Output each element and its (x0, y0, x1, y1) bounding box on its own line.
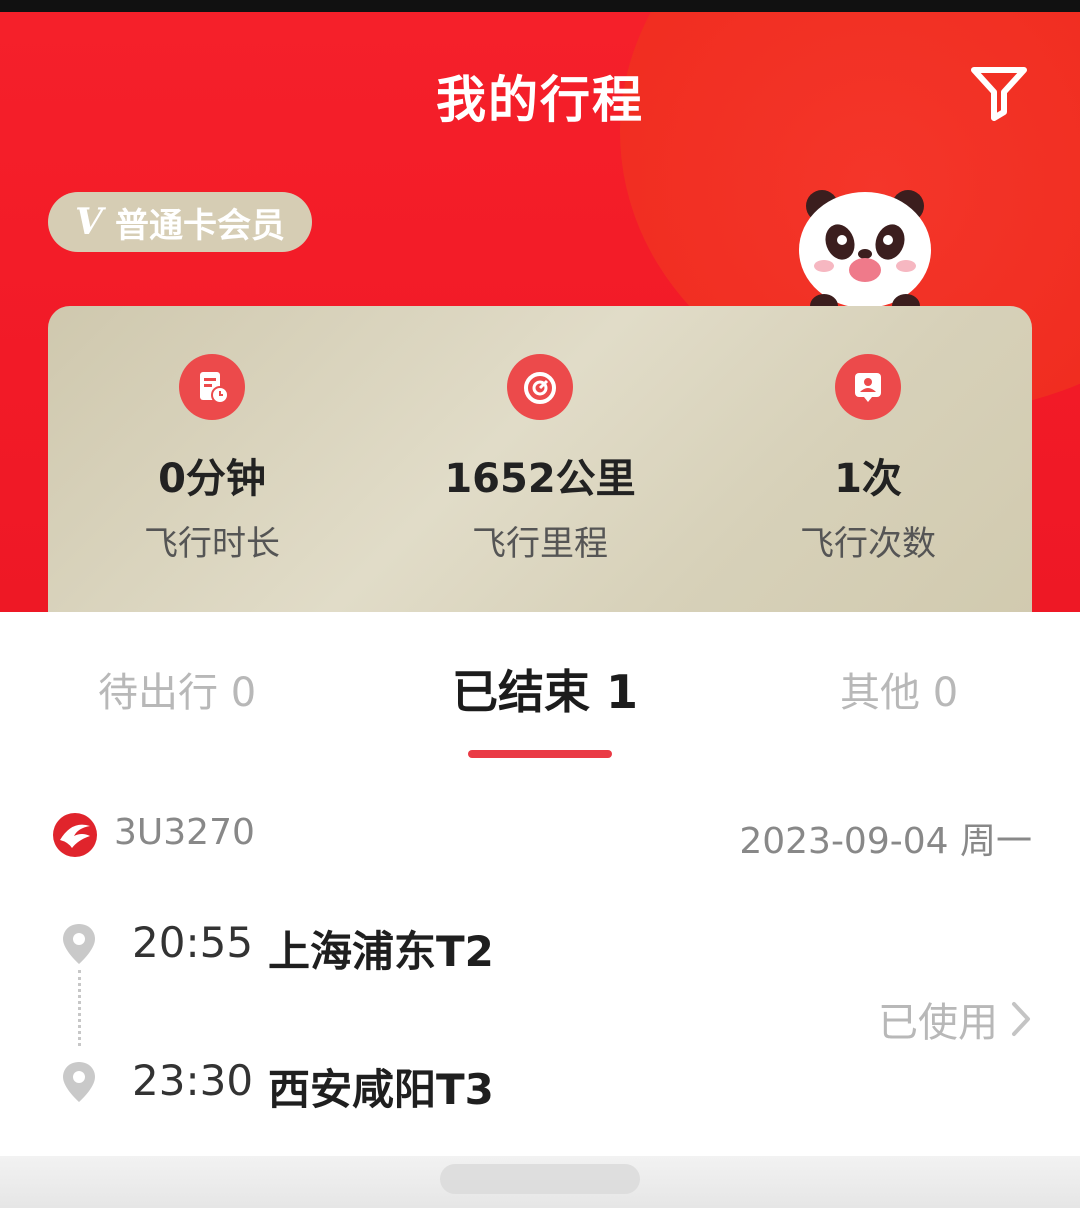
stat-flight-distance: 1652公里 飞行里程 (376, 306, 704, 612)
tab-completed[interactable]: 已结束 1 (452, 656, 638, 722)
trip-card[interactable]: 3U3270 2023-09-04 周一 20:55 上海浦东T2 23:30 … (0, 790, 1080, 1170)
route-connector (78, 970, 81, 1046)
flight-time-icon (179, 354, 245, 420)
active-tab-indicator (468, 750, 612, 758)
member-badge[interactable]: V 普通卡会员 (48, 192, 312, 252)
watermark (440, 1164, 640, 1194)
departure-row: 20:55 上海浦东T2 (60, 914, 760, 976)
speedometer-icon (507, 354, 573, 420)
trip-status[interactable]: 已使用 (878, 990, 1032, 1048)
flight-number: 3U3270 (114, 812, 255, 853)
chevron-right-icon (1012, 1002, 1030, 1036)
departure-airport: 上海浦东T2 (268, 927, 494, 976)
stat-label: 飞行时长 (144, 524, 280, 564)
trip-status-label: 已使用 (878, 1000, 998, 1046)
tab-other[interactable]: 其他 0 (840, 660, 958, 718)
panda-mascot-icon (799, 190, 931, 318)
stat-flight-count: 1次 飞行次数 (704, 306, 1032, 612)
flight-stats-card: 0分钟 飞行时长 1652公里 飞行里程 1次 飞行次数 (48, 306, 1032, 612)
departure-time: 20:55 (132, 918, 254, 967)
member-v-mark: V (75, 201, 103, 243)
location-pin-icon (63, 1062, 95, 1102)
sichuan-airlines-logo-icon (53, 813, 97, 857)
stat-flight-time: 0分钟 飞行时长 (48, 306, 376, 612)
flight-date: 2023-09-04 周一 (739, 821, 1032, 862)
arrival-time: 23:30 (132, 1056, 254, 1105)
stat-label: 飞行里程 (472, 524, 608, 564)
status-bar (0, 0, 1080, 12)
member-level-label: 普通卡会员 (114, 205, 285, 246)
trip-tabs: 待出行 0 已结束 1 其他 0 (0, 612, 1080, 772)
hero-header: 我的行程 V 普通卡会员 0分钟 飞行时长 1652公里 飞行里程 1次 飞行次… (0, 12, 1080, 612)
user-card-icon (835, 354, 901, 420)
filter-icon (971, 67, 1027, 121)
page-title: 我的行程 (436, 71, 644, 129)
arrival-row: 23:30 西安咸阳T3 (60, 1052, 760, 1114)
arrival-airport: 西安咸阳T3 (268, 1065, 494, 1114)
filter-button[interactable] (966, 62, 1032, 122)
stat-label: 飞行次数 (800, 524, 936, 564)
stat-value: 1652公里 (444, 456, 636, 502)
location-pin-icon (63, 924, 95, 964)
tab-upcoming[interactable]: 待出行 0 (98, 660, 256, 718)
stat-value: 1次 (834, 456, 902, 502)
stat-value: 0分钟 (158, 456, 266, 502)
